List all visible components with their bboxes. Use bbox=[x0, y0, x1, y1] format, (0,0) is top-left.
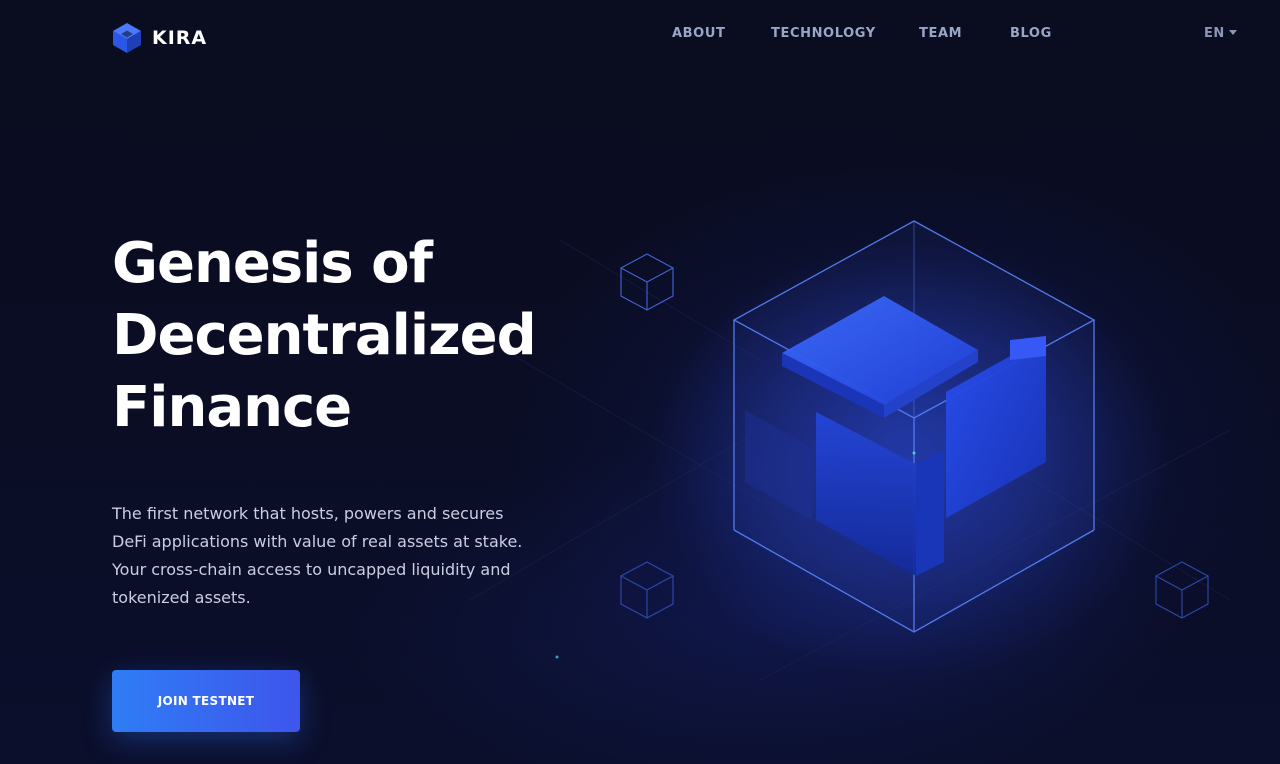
site-header: KIRA ABOUT TECHNOLOGY TEAM BLOG EN bbox=[0, 0, 1280, 70]
nav-technology-link[interactable]: TECHNOLOGY bbox=[771, 26, 876, 41]
small-cube-bottom-left bbox=[619, 561, 675, 619]
caret-down-icon bbox=[1228, 30, 1237, 35]
nav-blog-link[interactable]: BLOG bbox=[1010, 26, 1052, 41]
headline-line-3: Finance bbox=[112, 375, 352, 440]
small-cube-right bbox=[1154, 561, 1210, 619]
language-label: EN bbox=[1204, 26, 1225, 41]
join-testnet-button[interactable]: JOIN TESTNET bbox=[112, 670, 300, 732]
cube-blocks bbox=[745, 296, 1046, 576]
language-selector[interactable]: EN bbox=[1204, 26, 1237, 41]
hero-headline: Genesis of Decentralized Finance bbox=[112, 228, 592, 444]
landing-page: KIRA ABOUT TECHNOLOGY TEAM BLOG EN Genes… bbox=[0, 0, 1280, 764]
headline-line-1: Genesis of bbox=[112, 231, 433, 296]
nav-about-link[interactable]: ABOUT bbox=[672, 26, 725, 41]
headline-line-2: Decentralized bbox=[112, 303, 537, 368]
nav-team-link[interactable]: TEAM bbox=[919, 26, 962, 41]
small-cube-top-left bbox=[619, 253, 675, 311]
glass-cube bbox=[732, 220, 1096, 633]
main-nav: ABOUT TECHNOLOGY TEAM BLOG bbox=[0, 26, 1280, 44]
hero-description: The first network that hosts, powers and… bbox=[112, 504, 523, 607]
